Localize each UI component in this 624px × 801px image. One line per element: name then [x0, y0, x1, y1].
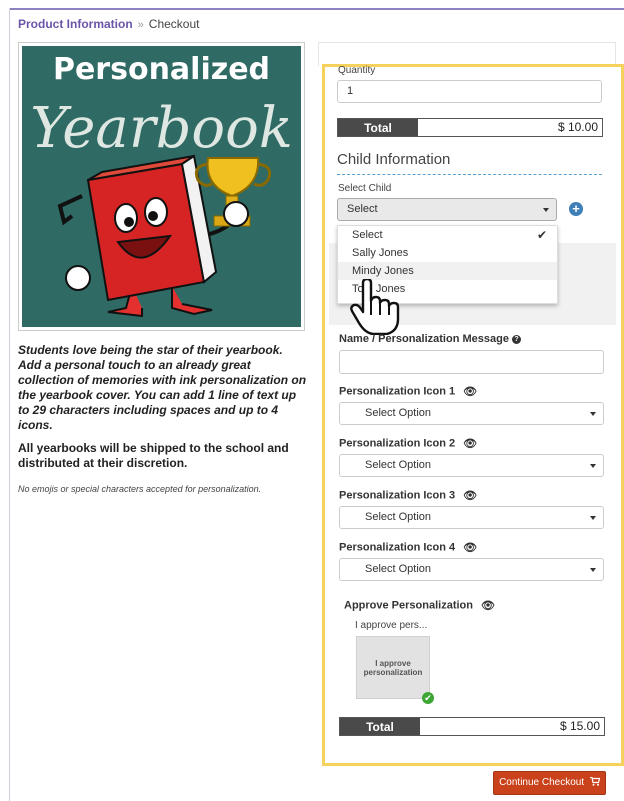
checkmark-icon: ✔: [536, 228, 547, 242]
quantity-input[interactable]: 1: [337, 80, 602, 103]
select-child-label: Select Child: [338, 183, 392, 194]
section-divider: [337, 174, 602, 175]
child-information-heading: Child Information: [337, 151, 451, 168]
approve-preview-text: I approve pers...: [355, 620, 428, 631]
continue-checkout-button[interactable]: Continue Checkout: [493, 771, 606, 795]
order-panel: [318, 42, 616, 66]
eye-icon[interactable]: 👁: [463, 437, 477, 450]
quantity-label: Quantity: [338, 65, 376, 76]
eye-icon[interactable]: 👁: [481, 599, 495, 612]
breadcrumb-checkout: Checkout: [148, 17, 200, 31]
breadcrumb-separator-icon: »: [137, 19, 144, 31]
icon-2-label: Personalization Icon 2 👁: [339, 437, 478, 450]
approve-label: Approve Personalization 👁: [344, 599, 495, 612]
select-child-value: Select: [347, 203, 378, 215]
personalization-total-bar: Total $ 15.00: [339, 717, 605, 736]
icon-1-label: Personalization Icon 1 👁: [339, 385, 478, 398]
chalkboard-illustration: Personalized Yearbook: [22, 46, 301, 327]
eye-icon[interactable]: 👁: [463, 489, 477, 502]
message-label: Name / Personalization Message?: [339, 333, 521, 345]
add-child-button[interactable]: +: [569, 202, 583, 216]
help-circle-icon[interactable]: ?: [511, 334, 521, 344]
icon-2-select[interactable]: Select Option: [339, 454, 604, 477]
chevron-down-icon: [590, 412, 596, 416]
chevron-down-icon: [590, 464, 596, 468]
shopping-cart-icon: [589, 776, 601, 786]
chevron-down-icon: [543, 208, 549, 212]
child-option[interactable]: Sally Jones: [338, 244, 557, 262]
order-total-label: Total: [338, 119, 418, 136]
approve-option-tile[interactable]: I approve personalization: [356, 636, 430, 699]
product-description: Students love being the star of their ye…: [18, 343, 308, 494]
chevron-down-icon: [590, 516, 596, 520]
icon-1-select[interactable]: Select Option: [339, 402, 604, 425]
icon-4-select[interactable]: Select Option: [339, 558, 604, 581]
order-total-value: $ 10.00: [418, 119, 602, 136]
personalization-total-label: Total: [340, 718, 420, 735]
description-text: Students love being the star of their ye…: [18, 343, 307, 432]
page-left-border: [9, 8, 10, 801]
order-total-bar: Total $ 10.00: [337, 118, 603, 137]
child-option[interactable]: Select ✔: [338, 226, 557, 244]
icon-4-label: Personalization Icon 4 👁: [339, 541, 478, 554]
page-top-border: [9, 8, 624, 10]
personalization-total-value: $ 15.00: [420, 718, 604, 735]
eye-icon[interactable]: 👁: [463, 385, 477, 398]
chevron-down-icon: [590, 568, 596, 572]
child-option[interactable]: Mindy Jones: [338, 262, 557, 280]
plus-circle-icon: +: [572, 201, 580, 216]
restriction-note: No emojis or special characters accepted…: [18, 484, 262, 494]
breadcrumb: Product Information » Checkout: [18, 17, 200, 31]
breadcrumb-product-information[interactable]: Product Information: [18, 17, 133, 31]
hand-pointer-cursor-icon: [350, 279, 400, 335]
personalization-message-input[interactable]: [339, 350, 604, 374]
yearbook-mascot-icon: [57, 154, 272, 318]
select-child-dropdown[interactable]: Select: [337, 198, 557, 221]
shipping-note: All yearbooks will be shipped to the sch…: [18, 441, 289, 470]
eye-icon[interactable]: 👁: [463, 541, 477, 554]
icon-3-label: Personalization Icon 3 👁: [339, 489, 478, 502]
check-circle-icon: ✔: [422, 692, 434, 704]
product-image: Personalized Yearbook: [18, 42, 305, 331]
icon-3-select[interactable]: Select Option: [339, 506, 604, 529]
